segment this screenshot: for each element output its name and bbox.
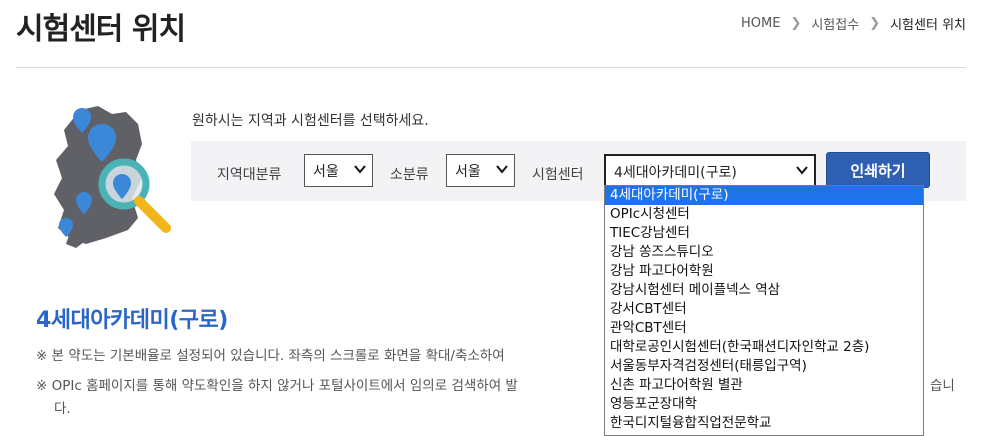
dropdown-option[interactable]: 대학로공인시험센터(한국패션디자인학교 2층): [605, 338, 923, 357]
breadcrumb: HOME ❯ 시험접수 ❯ 시험센터 위치: [741, 14, 966, 33]
header-divider: [16, 67, 966, 68]
korea-map-magnifier-icon: [46, 100, 176, 250]
center-select-value: 4세대아카데미(구로): [614, 165, 737, 181]
dropdown-option[interactable]: OPIc시청센터: [605, 205, 923, 224]
dropdown-option[interactable]: 영등포군장대학: [605, 395, 923, 414]
dropdown-option[interactable]: 관악CBT센터: [605, 319, 923, 338]
center-label: 시험센터: [532, 167, 584, 183]
region-label: 지역대분류: [217, 167, 282, 183]
center-dropdown-list[interactable]: 4세대아카데미(구로) OPIc시청센터 TIEC강남센터 강남 쏭즈스튜디오 강남 파…: [604, 185, 924, 436]
chevron-down-icon: [496, 163, 508, 179]
dropdown-option[interactable]: 강남 쏭즈스튜디오: [605, 243, 923, 262]
dropdown-option[interactable]: 한국디지털융합직업전문학교: [605, 414, 923, 433]
chevron-right-icon: ❯: [790, 16, 802, 31]
breadcrumb-exam-registration[interactable]: 시험접수: [811, 14, 859, 33]
dropdown-option[interactable]: 신촌 파고다어학원 별관: [605, 376, 923, 395]
dropdown-option[interactable]: 강서CBT센터: [605, 300, 923, 319]
dropdown-option[interactable]: TIEC강남센터: [605, 224, 923, 243]
chevron-down-icon: [796, 164, 808, 180]
map-note-portal-tail: 습니: [930, 378, 955, 394]
subregion-label: 소분류: [390, 167, 429, 183]
breadcrumb-current: 시험센터 위치: [890, 18, 966, 33]
subregion-select[interactable]: 서울: [446, 154, 515, 187]
breadcrumb-home[interactable]: HOME: [741, 16, 780, 31]
instruction-text: 원하시는 지역과 시험센터를 선택하세요.: [192, 113, 429, 129]
map-note-zoom: ※ 본 약도는 기본배율로 설정되어 있습니다. 좌측의 스크롤로 화면을 확대…: [36, 348, 505, 364]
chevron-right-icon: ❯: [869, 16, 881, 31]
dropdown-option[interactable]: 서울동부자격검정센터(태릉입구역): [605, 357, 923, 376]
dropdown-option[interactable]: 강남시험센터 메이플넥스 역삼: [605, 281, 923, 300]
map-note-portal-end: 다.: [54, 401, 71, 417]
center-select[interactable]: 4세대아카데미(구로): [604, 154, 816, 187]
dropdown-option[interactable]: 4세대아카데미(구로): [605, 186, 923, 205]
chevron-down-icon: [354, 163, 366, 179]
region-select-value: 서울: [313, 164, 339, 180]
page-title: 시험센터 위치: [16, 12, 186, 47]
dropdown-option[interactable]: 강남 파고다어학원: [605, 262, 923, 281]
print-button[interactable]: 인쇄하기: [826, 152, 930, 188]
center-name-heading: 4세대아카데미(구로): [36, 308, 228, 333]
region-select[interactable]: 서울: [304, 154, 373, 187]
subregion-select-value: 서울: [455, 164, 481, 180]
map-note-portal: ※ OPIc 홈페이지를 통해 약도확인을 하지 않거나 포털사이트에서 임의로…: [36, 378, 518, 394]
